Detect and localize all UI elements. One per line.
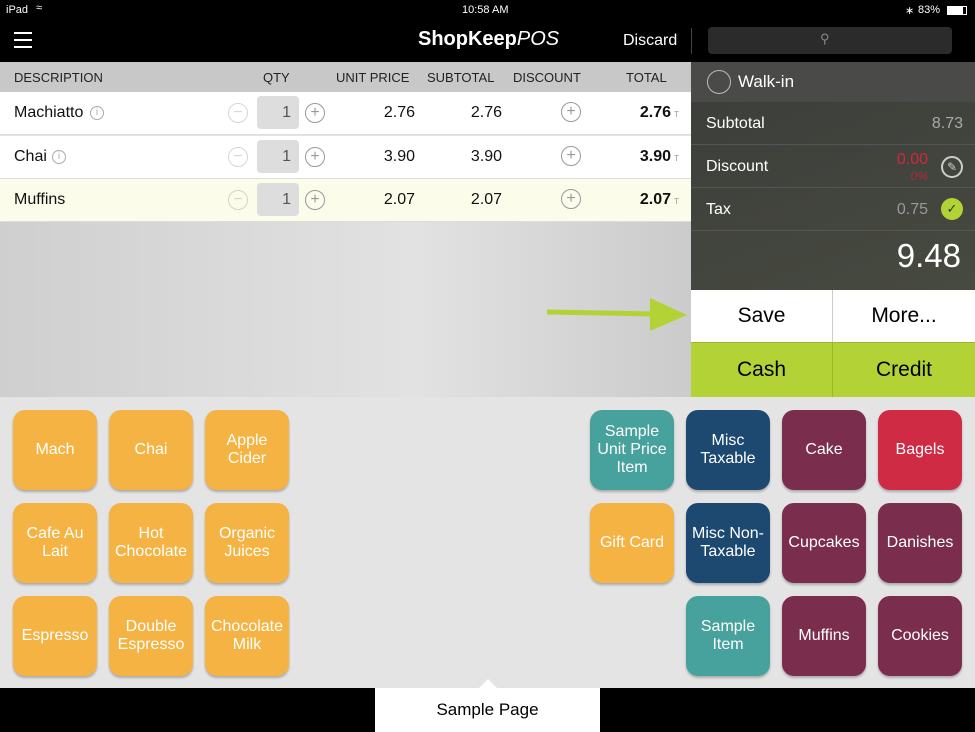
edit-discount-icon[interactable]: ✎	[941, 156, 963, 178]
unit-price: 2.76	[383, 104, 415, 121]
clock: 10:58 AM	[462, 4, 509, 16]
add-discount-button[interactable]: +	[561, 102, 581, 122]
product-tile[interactable]: Mach	[13, 410, 97, 490]
product-tile[interactable]: Gift Card	[590, 503, 674, 583]
qty-field[interactable]: 1	[257, 96, 299, 129]
search-icon: ⚲	[820, 31, 830, 46]
col-discount: DISCOUNT	[513, 70, 581, 85]
subtotal: 2.76	[470, 104, 502, 121]
col-total: TOTAL	[626, 70, 667, 85]
col-qty: QTY	[263, 70, 290, 85]
product-tile[interactable]: Sample Item	[686, 596, 770, 676]
product-tile[interactable]: Organic Juices	[205, 503, 289, 583]
tax-label: Tax	[706, 201, 731, 218]
col-unit-price: UNIT PRICE	[336, 70, 410, 85]
discount-label: Discount	[706, 158, 769, 175]
subtotal-value: 8.73	[931, 115, 963, 132]
grand-total: 9.48	[896, 237, 961, 274]
tax-flag: T	[674, 197, 679, 206]
logo: ShopKeepPOS	[418, 28, 559, 51]
unit-price: 3.90	[383, 147, 415, 165]
save-button[interactable]: Save	[691, 290, 833, 342]
product-tile[interactable]: Danishes	[878, 503, 962, 583]
customer-row[interactable]: Walk-in	[691, 62, 975, 102]
product-tile[interactable]: Muffins	[782, 596, 866, 676]
subtotal: 2.07	[470, 191, 502, 208]
item-name: Machiatto	[14, 104, 84, 121]
table-header: DESCRIPTION QTY UNIT PRICE SUBTOTAL DISC…	[0, 62, 691, 92]
table-row[interactable]: Machiatto i − 1 + 2.76 2.76 + 2.76 T	[0, 92, 691, 135]
table-row[interactable]: Muffins − 1 + 2.07 2.07 + 2.07 T	[0, 179, 691, 222]
add-discount-button[interactable]: +	[561, 189, 581, 209]
product-tile[interactable]: Cupcakes	[782, 503, 866, 583]
battery-percent: 83%	[918, 4, 941, 16]
search-input[interactable]: ⚲	[708, 27, 952, 54]
table-row[interactable]: Chai i − 1 + 3.90 3.90 + 3.90 T	[0, 135, 691, 179]
product-tile[interactable]: Bagels	[878, 410, 962, 490]
total: 2.07	[639, 191, 671, 208]
more-button[interactable]: More...	[833, 290, 975, 342]
tab-pointer	[479, 679, 497, 688]
discard-button[interactable]: Discard	[623, 32, 677, 50]
product-tile[interactable]: Chocolate Milk	[205, 596, 289, 676]
increase-qty-button[interactable]: +	[305, 190, 325, 210]
increase-qty-button[interactable]: +	[305, 146, 325, 167]
qty-field[interactable]: 1	[257, 183, 299, 216]
subtotal: 3.90	[470, 147, 502, 165]
discount-percent: 0%	[910, 169, 928, 183]
info-icon[interactable]: i	[52, 149, 66, 164]
col-description: DESCRIPTION	[14, 70, 103, 85]
status-bar: iPad ≈ 10:58 AM ∗ 83%	[0, 0, 975, 20]
product-tile[interactable]: Chai	[109, 410, 193, 490]
cash-button[interactable]: Cash	[691, 342, 833, 397]
tax-check-icon[interactable]: ✓	[941, 198, 963, 220]
wifi-icon: ≈	[36, 2, 43, 14]
bluetooth-icon: ∗	[905, 5, 915, 17]
qty-field[interactable]: 1	[257, 139, 299, 173]
product-tile[interactable]: Misc Taxable	[686, 410, 770, 490]
product-tile[interactable]: Apple Cider	[205, 410, 289, 490]
arrow-icon	[546, 298, 687, 331]
decrease-qty-button[interactable]: −	[228, 103, 248, 123]
tax-value: 0.75	[896, 201, 928, 218]
increase-qty-button[interactable]: +	[305, 103, 325, 123]
item-name: Chai	[14, 147, 47, 165]
person-icon	[707, 70, 731, 94]
logo-bold: ShopKeep	[418, 28, 517, 50]
decrease-qty-button[interactable]: −	[228, 146, 248, 167]
product-tile[interactable]: Cake	[782, 410, 866, 490]
col-subtotal: SUBTOTAL	[427, 70, 495, 85]
menu-icon[interactable]	[14, 32, 32, 48]
credit-button[interactable]: Credit	[833, 342, 975, 397]
product-tile[interactable]: Cookies	[878, 596, 962, 676]
battery-icon	[947, 6, 967, 15]
total: 2.76	[639, 104, 671, 121]
product-tile[interactable]: Sample Unit Price Item	[590, 410, 674, 490]
discount-value: 0.00	[896, 151, 928, 168]
product-tile[interactable]: Cafe Au Lait	[13, 503, 97, 583]
total: 3.90	[639, 147, 671, 165]
tax-flag: T	[674, 153, 679, 163]
nav-bar: ShopKeepPOS Discard ⚲	[0, 20, 975, 62]
divider	[691, 28, 692, 54]
product-tile[interactable]: Hot Chocolate	[109, 503, 193, 583]
logo-light: POS	[516, 28, 560, 50]
summary-panel: Walk-in Subtotal 8.73 Discount 0.00 0% ✎…	[691, 62, 975, 290]
order-empty-area	[0, 222, 691, 397]
info-icon[interactable]: i	[90, 106, 104, 120]
product-tile[interactable]: Double Espresso	[109, 596, 193, 676]
tab-sample-page[interactable]: Sample Page	[375, 688, 600, 732]
item-name: Muffins	[14, 191, 66, 208]
decrease-qty-button[interactable]: −	[228, 190, 248, 210]
product-tile[interactable]: Espresso	[13, 596, 97, 676]
device-label: iPad	[6, 4, 29, 16]
tax-flag: T	[674, 110, 679, 119]
product-tile[interactable]: Misc Non-Taxable	[686, 503, 770, 583]
unit-price: 2.07	[383, 191, 415, 208]
subtotal-label: Subtotal	[706, 115, 765, 132]
add-discount-button[interactable]: +	[561, 145, 581, 166]
customer-name: Walk-in	[738, 72, 795, 91]
